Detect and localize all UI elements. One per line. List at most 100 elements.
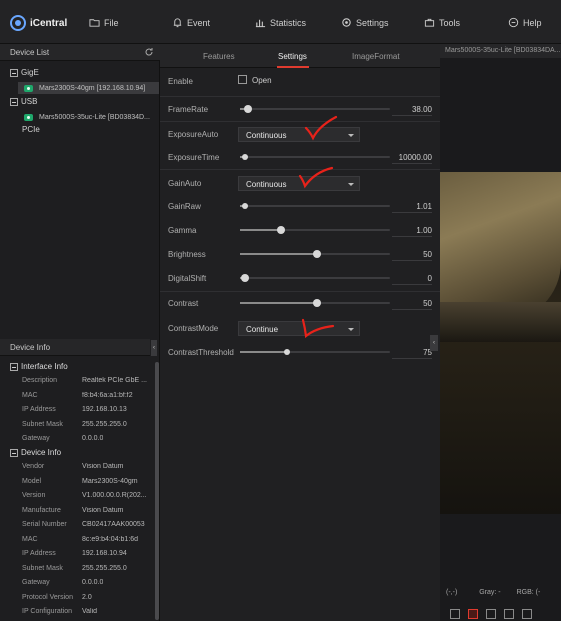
slider-handle[interactable] bbox=[284, 349, 290, 355]
tab-features[interactable]: Features bbox=[203, 52, 235, 61]
enable-label: Enable bbox=[168, 77, 193, 86]
toolbox-icon bbox=[424, 18, 435, 27]
gear-icon bbox=[342, 18, 351, 27]
gain-raw-value[interactable]: 1.01 bbox=[392, 202, 432, 213]
info-row: Manufacture Vision Datum bbox=[22, 507, 152, 514]
info-row: Protocol Version 2.0 bbox=[22, 594, 152, 601]
contrast-slider[interactable] bbox=[240, 299, 390, 307]
slider-handle[interactable] bbox=[241, 274, 249, 282]
collapse-icon[interactable] bbox=[10, 97, 18, 106]
framerate-value[interactable]: 38.00 bbox=[392, 105, 432, 116]
gain-raw-row: GainRaw 1.01 bbox=[160, 194, 440, 218]
info-key: Subnet Mask bbox=[22, 565, 63, 572]
slider-handle[interactable] bbox=[313, 250, 321, 258]
info-value: V1.000.00.0.R(202... bbox=[82, 492, 147, 499]
contrast-mode-dropdown[interactable]: Continue bbox=[238, 321, 360, 336]
info-key: Description bbox=[22, 377, 58, 384]
collapse-right-icon[interactable]: ‹ bbox=[430, 335, 438, 351]
device-item-usb[interactable]: Mars5000S-35uc-Lite [BD03834D... bbox=[18, 111, 159, 123]
info-key: Model bbox=[22, 478, 42, 485]
gamma-slider[interactable] bbox=[240, 226, 390, 234]
gain-raw-slider[interactable] bbox=[240, 203, 390, 209]
device-list-title: Device List bbox=[10, 48, 50, 57]
framerate-slider[interactable] bbox=[240, 105, 390, 113]
camera-preview-image[interactable] bbox=[440, 172, 561, 514]
exposure-time-slider[interactable] bbox=[240, 154, 390, 160]
menu-event[interactable]: Event bbox=[172, 17, 210, 28]
camera-icon bbox=[24, 84, 33, 92]
info-key: Protocol Version bbox=[22, 594, 73, 601]
menu-file[interactable]: File bbox=[89, 17, 119, 28]
digital-shift-value[interactable]: 0 bbox=[392, 274, 432, 285]
slider-handle[interactable] bbox=[242, 154, 248, 160]
exposure-auto-label: ExposureAuto bbox=[168, 130, 219, 139]
info-key: Vendor bbox=[22, 463, 45, 470]
gain-raw-label: GainRaw bbox=[168, 202, 201, 211]
brightness-value[interactable]: 50 bbox=[392, 250, 432, 261]
menu-help-label: Help bbox=[523, 17, 542, 28]
info-row: Model Mars2300S-40gm bbox=[22, 478, 152, 485]
tree-group-pcie[interactable]: PCIe bbox=[22, 125, 40, 134]
dual-view-icon[interactable] bbox=[468, 609, 478, 619]
menu-tools[interactable]: Tools bbox=[424, 17, 460, 28]
collapse-icon[interactable] bbox=[10, 68, 18, 77]
tab-imageformat[interactable]: ImageFormat bbox=[352, 52, 400, 61]
slider-handle[interactable] bbox=[277, 226, 285, 234]
single-view-icon[interactable] bbox=[450, 609, 460, 619]
interface-info-group[interactable]: Interface Info bbox=[10, 362, 68, 371]
refresh-icon[interactable] bbox=[144, 47, 154, 57]
info-row: Gateway 0.0.0.0 bbox=[22, 435, 152, 442]
enable-checkbox[interactable] bbox=[238, 75, 247, 84]
device-gige-label: Mars2300S-40gm [192.168.10.94] bbox=[39, 84, 146, 92]
digital-shift-slider[interactable] bbox=[240, 274, 390, 282]
info-row: Gateway 0.0.0.0 bbox=[22, 579, 152, 586]
slider-handle[interactable] bbox=[313, 299, 321, 307]
menu-settings[interactable]: Settings bbox=[341, 17, 389, 28]
menu-statistics[interactable]: Statistics bbox=[255, 17, 306, 28]
check-mark-annotation bbox=[304, 115, 338, 141]
bell-icon bbox=[173, 18, 182, 28]
menu-statistics-label: Statistics bbox=[270, 17, 307, 28]
info-value: 192.168.10.13 bbox=[82, 406, 127, 413]
info-row: MAC 8c:e9:b4:04:b1:6d bbox=[22, 536, 152, 543]
brightness-row: Brightness 50 bbox=[160, 242, 440, 266]
slider-handle[interactable] bbox=[242, 203, 248, 209]
tree-group-gige[interactable]: GigE bbox=[10, 68, 39, 77]
info-value: Mars2300S-40gm bbox=[82, 478, 138, 485]
collapse-left-icon[interactable]: ‹ bbox=[151, 340, 157, 356]
slider-handle[interactable] bbox=[244, 105, 252, 113]
coords-readout: (-,-) bbox=[446, 589, 458, 596]
info-key: MAC bbox=[22, 536, 38, 543]
exposure-time-value[interactable]: 10000.00 bbox=[392, 153, 432, 164]
tab-settings[interactable]: Settings bbox=[278, 52, 307, 61]
info-key: MAC bbox=[22, 392, 38, 399]
grid-view-icon[interactable] bbox=[486, 609, 496, 619]
info-scrollbar[interactable] bbox=[155, 362, 159, 620]
menu-help[interactable]: Help bbox=[508, 17, 542, 28]
collapse-icon[interactable] bbox=[10, 448, 18, 457]
brightness-slider[interactable] bbox=[240, 250, 390, 258]
info-row: Subnet Mask 255.255.255.0 bbox=[22, 421, 152, 428]
info-key: Manufacture bbox=[22, 507, 61, 514]
device-info-group[interactable]: Device Info bbox=[10, 448, 61, 457]
tree-group-usb[interactable]: USB bbox=[10, 97, 37, 106]
device-item-gige[interactable]: Mars2300S-40gm [192.168.10.94] bbox=[18, 82, 159, 94]
check-mark-annotation bbox=[301, 318, 335, 339]
fit-view-icon[interactable] bbox=[504, 609, 514, 619]
info-value: Vision Datum bbox=[82, 507, 124, 514]
preview-status: (-,-) Gray: - RGB: (- bbox=[446, 589, 561, 596]
info-value: 255.255.255.0 bbox=[82, 565, 127, 572]
digital-shift-row: DigitalShift 0 bbox=[160, 266, 440, 290]
info-row: Description Realtek PCIe GbE ... bbox=[22, 377, 152, 384]
contrast-value[interactable]: 50 bbox=[392, 299, 432, 310]
full-view-icon[interactable] bbox=[522, 609, 532, 619]
info-row: Vendor Vision Datum bbox=[22, 463, 152, 470]
collapse-icon[interactable] bbox=[10, 362, 18, 371]
info-key: Subnet Mask bbox=[22, 421, 63, 428]
contrast-threshold-value[interactable]: 75 bbox=[392, 348, 432, 359]
gamma-value[interactable]: 1.00 bbox=[392, 226, 432, 237]
info-key: IP Configuration bbox=[22, 608, 73, 615]
exposure-auto-dropdown[interactable]: Continuous bbox=[238, 127, 360, 142]
contrast-threshold-slider[interactable] bbox=[240, 349, 390, 355]
info-value: 2.0 bbox=[82, 594, 92, 601]
